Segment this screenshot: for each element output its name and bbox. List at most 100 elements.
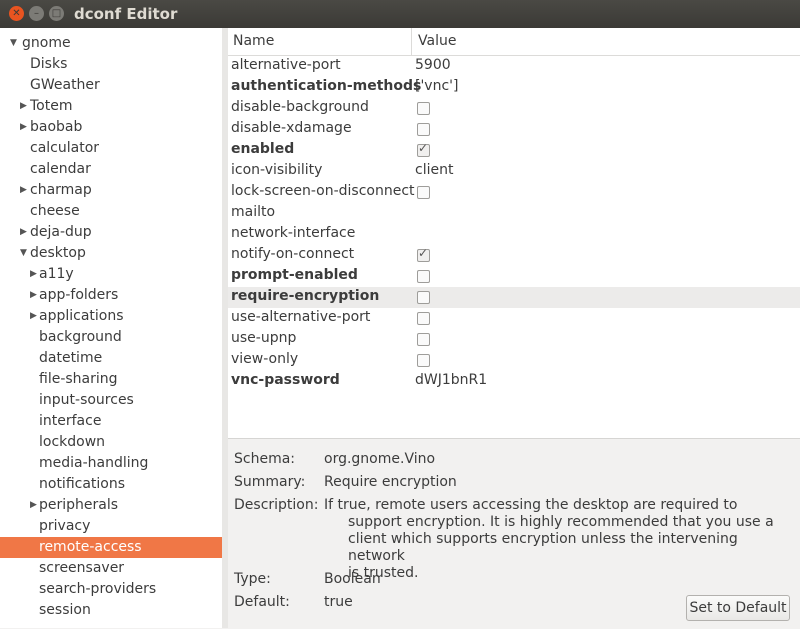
minimize-window-button[interactable]: – — [29, 6, 44, 21]
tree-item[interactable]: ▶ a11y — [0, 264, 222, 285]
type-value: Boolean — [324, 571, 381, 587]
key-row[interactable]: icon-visibility client — [228, 161, 800, 182]
maximize-icon: □ — [51, 8, 62, 19]
tree-item[interactable]: lockdown — [0, 432, 222, 453]
tree-item[interactable]: GWeather — [0, 75, 222, 96]
column-header-value[interactable]: Value — [418, 33, 456, 49]
tree-item-label: gnome — [22, 35, 71, 51]
key-value-checkbox[interactable] — [417, 246, 430, 262]
tree-item-label: session — [39, 602, 91, 618]
expander-closed-icon[interactable]: ▶ — [30, 285, 37, 306]
key-value-checkbox[interactable] — [417, 186, 430, 199]
key-details-panel: Schema: org.gnome.Vino Summary: Require … — [228, 438, 800, 629]
tree-item[interactable]: interface — [0, 411, 222, 432]
tree-item[interactable]: ▶ baobab — [0, 117, 222, 138]
tree-item[interactable]: file-sharing — [0, 369, 222, 390]
key-name: disable-background — [231, 99, 369, 115]
key-row[interactable]: authentication-methods ['vnc'] — [228, 77, 800, 98]
tree-item[interactable]: ▼ gnome — [0, 33, 222, 54]
expander-closed-icon[interactable]: ▶ — [20, 180, 27, 201]
maximize-window-button[interactable]: □ — [49, 6, 64, 21]
tree-item[interactable]: privacy — [0, 516, 222, 537]
key-value-checkbox[interactable] — [417, 141, 430, 157]
schema-value: org.gnome.Vino — [324, 451, 436, 467]
tree-item[interactable]: datetime — [0, 348, 222, 369]
tree-item[interactable]: ▶ deja-dup — [0, 222, 222, 243]
expander-closed-icon[interactable]: ▶ — [30, 306, 37, 327]
key-row[interactable]: network-interface — [228, 224, 800, 245]
tree-item[interactable]: ▼ desktop — [0, 243, 222, 264]
key-value[interactable]: 5900 — [415, 57, 451, 73]
tree-item[interactable]: search-providers — [0, 579, 222, 600]
expander-closed-icon[interactable]: ▶ — [30, 264, 37, 285]
key-value-checkbox[interactable] — [417, 102, 430, 115]
tree-item[interactable]: session — [0, 600, 222, 621]
tree-item[interactable]: input-sources — [0, 390, 222, 411]
tree-item[interactable]: media-handling — [0, 453, 222, 474]
column-header-name[interactable]: Name — [233, 33, 274, 49]
keys-table: Name Value alternative-port 5900 authentic… — [228, 28, 800, 438]
summary-label: Summary: — [234, 474, 306, 490]
key-value-checkbox[interactable] — [417, 123, 430, 136]
description-line: client which supports encryption unless … — [348, 531, 738, 564]
key-row[interactable]: alternative-port 5900 — [228, 56, 800, 77]
key-value-checkbox[interactable] — [417, 270, 430, 283]
key-row[interactable]: use-alternative-port — [228, 308, 800, 329]
tree-item[interactable]: screensaver — [0, 558, 222, 579]
key-row[interactable]: use-upnp — [228, 329, 800, 350]
schema-tree[interactable]: ▼ gnome Disks GWeather ▶ Totem ▶ baobab calculat… — [0, 28, 222, 628]
key-row[interactable]: prompt-enabled — [228, 266, 800, 287]
tree-item[interactable]: notifications — [0, 474, 222, 495]
schema-label: Schema: — [234, 451, 296, 467]
tree-item-label: desktop — [30, 245, 86, 261]
key-row[interactable]: vnc-password dWJ1bnR1 — [228, 371, 800, 392]
expander-closed-icon[interactable]: ▶ — [20, 222, 27, 243]
key-row[interactable]: notify-on-connect — [228, 245, 800, 266]
tree-item[interactable]: ▶ applications — [0, 306, 222, 327]
key-name: view-only — [231, 351, 299, 367]
key-row[interactable]: lock-screen-on-disconnect — [228, 182, 800, 203]
key-value[interactable]: ['vnc'] — [415, 78, 458, 94]
tree-item[interactable]: remote-access — [0, 537, 222, 558]
tree-item-label: charmap — [30, 182, 92, 198]
tree-item[interactable]: calendar — [0, 159, 222, 180]
key-row[interactable]: view-only — [228, 350, 800, 371]
key-row[interactable]: disable-xdamage — [228, 119, 800, 140]
key-name: use-upnp — [231, 330, 297, 346]
tree-item-label: datetime — [39, 350, 103, 366]
expander-open-icon[interactable]: ▼ — [20, 243, 27, 264]
tree-item-label: background — [39, 329, 122, 345]
tree-item-label: calculator — [30, 140, 100, 156]
expander-closed-icon[interactable]: ▶ — [30, 495, 37, 516]
tree-item-label: applications — [39, 308, 124, 324]
tree-item[interactable]: cheese — [0, 201, 222, 222]
key-name: prompt-enabled — [231, 267, 358, 283]
key-value[interactable]: client — [415, 162, 453, 178]
key-value-checkbox[interactable] — [417, 333, 430, 346]
expander-open-icon[interactable]: ▼ — [10, 33, 17, 54]
tree-item[interactable]: Disks — [0, 54, 222, 75]
close-window-button[interactable]: ✕ — [9, 6, 24, 21]
expander-closed-icon[interactable]: ▶ — [20, 96, 27, 117]
set-to-default-button[interactable]: Set to Default — [686, 595, 790, 621]
tree-item[interactable]: ▶ peripherals — [0, 495, 222, 516]
key-value-checkbox[interactable] — [417, 312, 430, 325]
key-row[interactable]: disable-background — [228, 98, 800, 119]
key-value-checkbox[interactable] — [417, 291, 430, 304]
key-name: vnc-password — [231, 372, 340, 388]
tree-item[interactable]: ▶ app-folders — [0, 285, 222, 306]
key-row[interactable]: require-encryption — [228, 287, 800, 308]
key-row[interactable]: enabled — [228, 140, 800, 161]
tree-item[interactable]: background — [0, 327, 222, 348]
key-row[interactable]: mailto — [228, 203, 800, 224]
key-value-checkbox[interactable] — [417, 354, 430, 367]
key-value[interactable]: dWJ1bnR1 — [415, 372, 487, 388]
key-name: disable-xdamage — [231, 120, 352, 136]
expander-closed-icon[interactable]: ▶ — [20, 117, 27, 138]
tree-item[interactable]: calculator — [0, 138, 222, 159]
tree-item-label: peripherals — [39, 497, 119, 513]
tree-item[interactable]: ▶ Totem — [0, 96, 222, 117]
column-divider[interactable] — [411, 28, 412, 55]
tree-item[interactable]: ▶ charmap — [0, 180, 222, 201]
tree-item-label: calendar — [30, 161, 91, 177]
